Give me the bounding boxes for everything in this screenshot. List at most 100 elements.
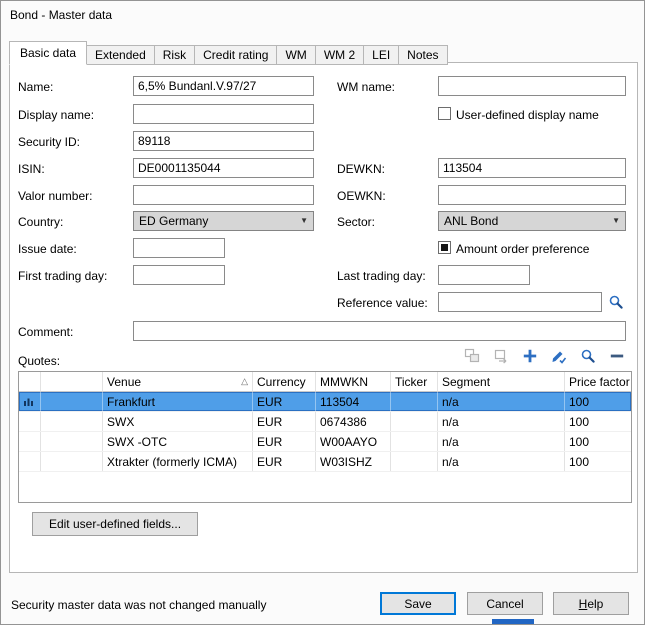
quotes-col-segment[interactable]: Segment <box>438 372 565 392</box>
quote-venue: SWX -OTC <box>103 432 253 451</box>
comment-label: Comment: <box>18 325 73 339</box>
quote-price-factor: 100 <box>565 432 631 451</box>
sector-value: ANL Bond <box>444 214 498 228</box>
quotes-col-mmwkn[interactable]: MMWKN <box>316 372 391 392</box>
sector-select[interactable]: ANL Bond ▼ <box>438 211 626 231</box>
save-button[interactable]: Save <box>380 592 456 615</box>
amount-order-preference-checkbox[interactable] <box>438 241 451 254</box>
name-label: Name: <box>18 80 53 94</box>
tab-notes[interactable]: Notes <box>398 45 447 65</box>
window-title: Bond - Master data <box>10 8 112 22</box>
security-id-input[interactable] <box>133 131 314 151</box>
quote-currency: EUR <box>253 412 316 431</box>
tab-basic-data[interactable]: Basic data <box>9 41 87 65</box>
quotes-col-venue[interactable]: Venue △ <box>103 372 253 392</box>
sort-ascending-icon: △ <box>241 376 248 387</box>
last-trading-day-input[interactable] <box>438 265 530 285</box>
reference-value-label: Reference value: <box>337 296 428 310</box>
wm-name-input[interactable] <box>438 76 626 96</box>
display-name-input[interactable] <box>133 104 314 124</box>
edit-user-defined-fields-button[interactable]: Edit user-defined fields... <box>32 512 198 536</box>
quotes-table[interactable]: Venue △ Currency MMWKN Ticker Segment Pr… <box>18 371 632 503</box>
oewkn-label: OEWKN: <box>337 189 386 203</box>
oewkn-input[interactable] <box>438 185 626 205</box>
edit-quote-icon[interactable] <box>551 348 567 364</box>
tab-wm[interactable]: WM <box>276 45 315 65</box>
display-name-label: Display name: <box>18 108 94 122</box>
quotes-label: Quotes: <box>18 354 60 368</box>
issue-date-input[interactable] <box>133 238 225 258</box>
chevron-down-icon: ▼ <box>300 217 308 225</box>
first-trading-day-label: First trading day: <box>18 269 107 283</box>
quote-price-factor: 100 <box>565 392 631 411</box>
issue-date-label: Issue date: <box>18 242 77 256</box>
quote-segment: n/a <box>438 392 565 411</box>
remove-quote-icon[interactable] <box>609 348 625 364</box>
quote-mmwkn: W03ISHZ <box>316 452 391 471</box>
reference-value-input[interactable] <box>438 292 602 312</box>
quotes-col-currency[interactable]: Currency <box>253 372 316 392</box>
quote-mmwkn: 0674386 <box>316 412 391 431</box>
tab-credit-rating[interactable]: Credit rating <box>194 45 277 65</box>
comment-input[interactable] <box>133 321 626 341</box>
user-defined-display-name-checkbox[interactable] <box>438 107 451 120</box>
quote-currency: EUR <box>253 392 316 411</box>
isin-input[interactable] <box>133 158 314 178</box>
tab-strip: Basic data Extended Risk Credit rating W… <box>9 41 448 65</box>
tab-wm-2[interactable]: WM 2 <box>315 45 364 65</box>
quote-ticker <box>391 432 438 451</box>
quote-mmwkn: W00AAYO <box>316 432 391 451</box>
cancel-button[interactable]: Cancel <box>467 592 543 615</box>
quote-price-factor: 100 <box>565 452 631 471</box>
quotes-col-spacer <box>41 372 103 392</box>
user-defined-display-name-label: User-defined display name <box>456 108 599 122</box>
first-trading-day-input[interactable] <box>133 265 225 285</box>
quote-segment: n/a <box>438 432 565 451</box>
quote-row-frankfurt[interactable]: Frankfurt EUR 113504 n/a 100 <box>19 392 631 412</box>
chevron-down-icon: ▼ <box>612 217 620 225</box>
help-button[interactable]: Help <box>553 592 629 615</box>
country-label: Country: <box>18 215 63 229</box>
quote-row-swx-otc[interactable]: SWX -OTC EUR W00AAYO n/a 100 <box>19 432 631 452</box>
country-select[interactable]: ED Germany ▼ <box>133 211 314 231</box>
quote-ticker <box>391 412 438 431</box>
quotes-table-header: Venue △ Currency MMWKN Ticker Segment Pr… <box>19 372 631 392</box>
isin-label: ISIN: <box>18 162 45 176</box>
dewkn-input[interactable] <box>438 158 626 178</box>
quote-currency: EUR <box>253 452 316 471</box>
transfer-quote-icon[interactable] <box>493 348 509 364</box>
country-value: ED Germany <box>139 214 208 228</box>
quotes-col-price-factor[interactable]: Price factor <box>565 372 631 392</box>
quotes-toolbar <box>464 348 625 364</box>
tab-lei[interactable]: LEI <box>363 45 399 65</box>
amount-order-preference-label: Amount order preference <box>456 242 589 256</box>
last-trading-day-label: Last trading day: <box>337 269 426 283</box>
status-text: Security master data was not changed man… <box>11 598 266 612</box>
quote-venue: Frankfurt <box>103 392 253 411</box>
quotes-col-ticker[interactable]: Ticker <box>391 372 438 392</box>
add-quote-icon[interactable] <box>522 348 538 364</box>
taskbar-fragment <box>492 619 534 625</box>
valor-number-input[interactable] <box>133 185 314 205</box>
tab-extended[interactable]: Extended <box>86 45 155 65</box>
quote-row-xtrakter[interactable]: Xtrakter (formerly ICMA) EUR W03ISHZ n/a… <box>19 452 631 472</box>
quote-ticker <box>391 452 438 471</box>
tab-risk[interactable]: Risk <box>154 45 195 65</box>
quote-segment: n/a <box>438 412 565 431</box>
quote-price-factor: 100 <box>565 412 631 431</box>
quote-mmwkn: 113504 <box>316 392 391 411</box>
security-id-label: Security ID: <box>18 135 80 149</box>
window-titlebar[interactable]: Bond - Master data <box>1 1 644 31</box>
basic-data-panel: Name: WM name: Display name: User-define… <box>9 62 638 573</box>
quote-segment: n/a <box>438 452 565 471</box>
quote-row-swx[interactable]: SWX EUR 0674386 n/a 100 <box>19 412 631 432</box>
name-input[interactable] <box>133 76 314 96</box>
wm-name-label: WM name: <box>337 80 395 94</box>
valor-number-label: Valor number: <box>18 189 92 203</box>
search-quote-icon[interactable] <box>580 348 596 364</box>
copy-quote-icon[interactable] <box>464 348 480 364</box>
bond-master-data-dialog: Bond - Master data Basic data Extended R… <box>0 0 645 625</box>
quote-currency: EUR <box>253 432 316 451</box>
reference-value-search-icon[interactable] <box>608 294 624 310</box>
quotes-col-primary <box>19 372 41 392</box>
